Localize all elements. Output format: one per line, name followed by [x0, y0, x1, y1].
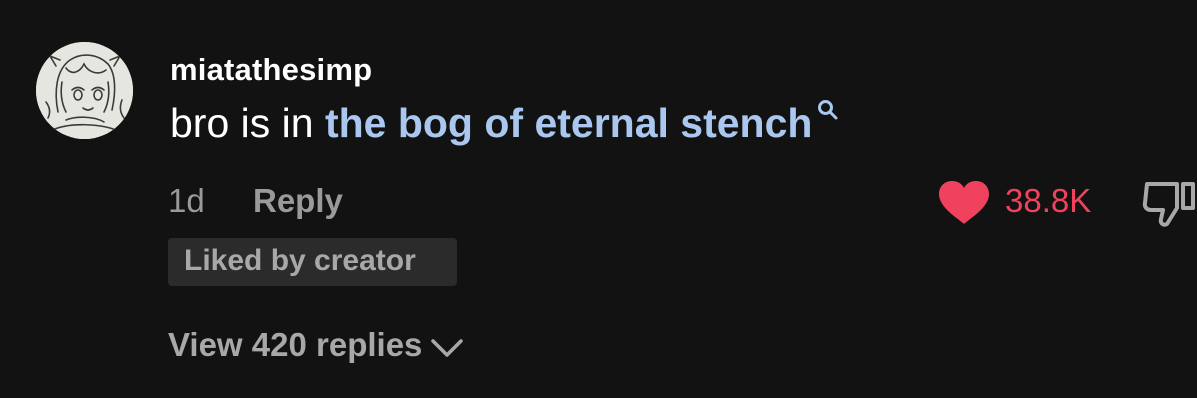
thumbs-down-icon[interactable] [1141, 178, 1197, 230]
like-count: 38.8K [1005, 182, 1092, 219]
search-link[interactable]: the bog of eternal stench [325, 100, 813, 146]
search-icon[interactable] [816, 98, 840, 122]
username[interactable]: miatathesimp [170, 52, 372, 88]
heart-icon[interactable] [937, 180, 991, 226]
avatar[interactable] [36, 42, 133, 139]
chevron-down-icon [431, 339, 463, 357]
view-replies-label: View 420 replies [168, 326, 423, 363]
dislike-button[interactable] [1141, 178, 1197, 230]
comment-item: miatathesimp bro is in the bog of eterna… [0, 0, 1197, 398]
view-replies-button[interactable]: View 420 replies [168, 326, 463, 370]
timestamp: 1d [168, 182, 205, 219]
comment-text-prefix: bro is in [170, 100, 325, 146]
liked-by-creator-badge: Liked by creator [168, 238, 457, 286]
reply-button[interactable]: Reply [253, 182, 343, 220]
liked-by-creator-label: Liked by creator [184, 244, 416, 277]
comment-text: bro is in the bog of eternal stench [170, 100, 812, 147]
anime-avatar-image [36, 42, 133, 139]
